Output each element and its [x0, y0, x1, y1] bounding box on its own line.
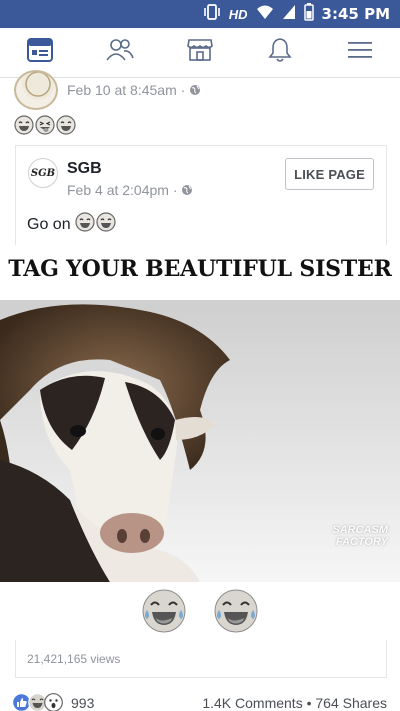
avatar[interactable] [14, 70, 58, 110]
hd-indicator: HD [228, 6, 248, 22]
friends-icon [106, 38, 134, 67]
separator-dot: · [172, 182, 178, 198]
bell-icon [268, 37, 292, 68]
laughing-face-icon [14, 115, 34, 140]
view-count: 21,421,165 views [27, 652, 121, 666]
haha-tears-icon[interactable] [141, 588, 187, 634]
tongue-out-face-icon [35, 115, 55, 140]
laughing-face-icon [95, 212, 116, 237]
tab-marketplace[interactable] [180, 33, 220, 73]
meme-caption: TAG YOUR BEAUTIFUL SISTER [8, 256, 392, 282]
signal-icon [282, 4, 296, 25]
tab-news-feed[interactable] [20, 33, 60, 73]
tab-notifications[interactable] [260, 33, 300, 73]
news-feed-icon [27, 38, 53, 67]
post-text-content: Go on [27, 215, 71, 233]
post-meta: Feb 10 at 8:45am · [67, 82, 201, 98]
reaction-count[interactable]: 993 [71, 695, 94, 711]
comments-shares-count[interactable]: 1.4K Comments • 764 Shares [202, 695, 387, 711]
post-meta: Feb 4 at 2:04pm · [67, 182, 193, 198]
reaction-strip [0, 588, 400, 634]
clock: 3:45 PM [321, 5, 390, 23]
page-avatar[interactable]: SGB [28, 158, 58, 188]
tab-friends[interactable] [100, 33, 140, 73]
post-text-emojis [14, 115, 76, 140]
globe-icon [189, 82, 201, 98]
post-text: Go on [27, 212, 116, 237]
wifi-icon [256, 4, 274, 25]
status-bar: HD 3:45 PM [0, 0, 400, 28]
page-avatar-logo: SGB [30, 167, 56, 179]
shared-post-card: SGB SGB Feb 4 at 2:04pm · LIKE PAGE Go o… [15, 145, 387, 245]
haha-tears-icon[interactable] [213, 588, 259, 634]
vibrate-icon [203, 3, 221, 25]
post-timestamp[interactable]: Feb 10 at 8:45am [67, 82, 177, 98]
separator-dot: · [180, 82, 186, 98]
watermark: SARCASM FACTORY [332, 524, 388, 548]
tab-menu[interactable] [340, 33, 380, 73]
marketplace-icon [187, 38, 213, 67]
page-name[interactable]: SGB [67, 160, 102, 178]
post-timestamp[interactable]: Feb 4 at 2:04pm [67, 182, 169, 198]
hamburger-menu-icon [347, 40, 373, 65]
laughing-face-icon [74, 212, 95, 237]
globe-icon [181, 182, 193, 198]
post-footer: 993 1.4K Comments • 764 Shares [0, 689, 400, 711]
top-nav [0, 28, 400, 78]
views-box: 21,421,165 views [15, 640, 387, 678]
battery-icon [303, 2, 314, 26]
wow-reaction-icon [44, 693, 63, 711]
like-page-button[interactable]: LIKE PAGE [285, 158, 374, 190]
post-media[interactable]: TAG YOUR BEAUTIFUL SISTER SARCASM FACTOR… [0, 248, 400, 582]
reaction-summary[interactable] [12, 693, 63, 711]
laughing-face-icon [56, 115, 76, 140]
